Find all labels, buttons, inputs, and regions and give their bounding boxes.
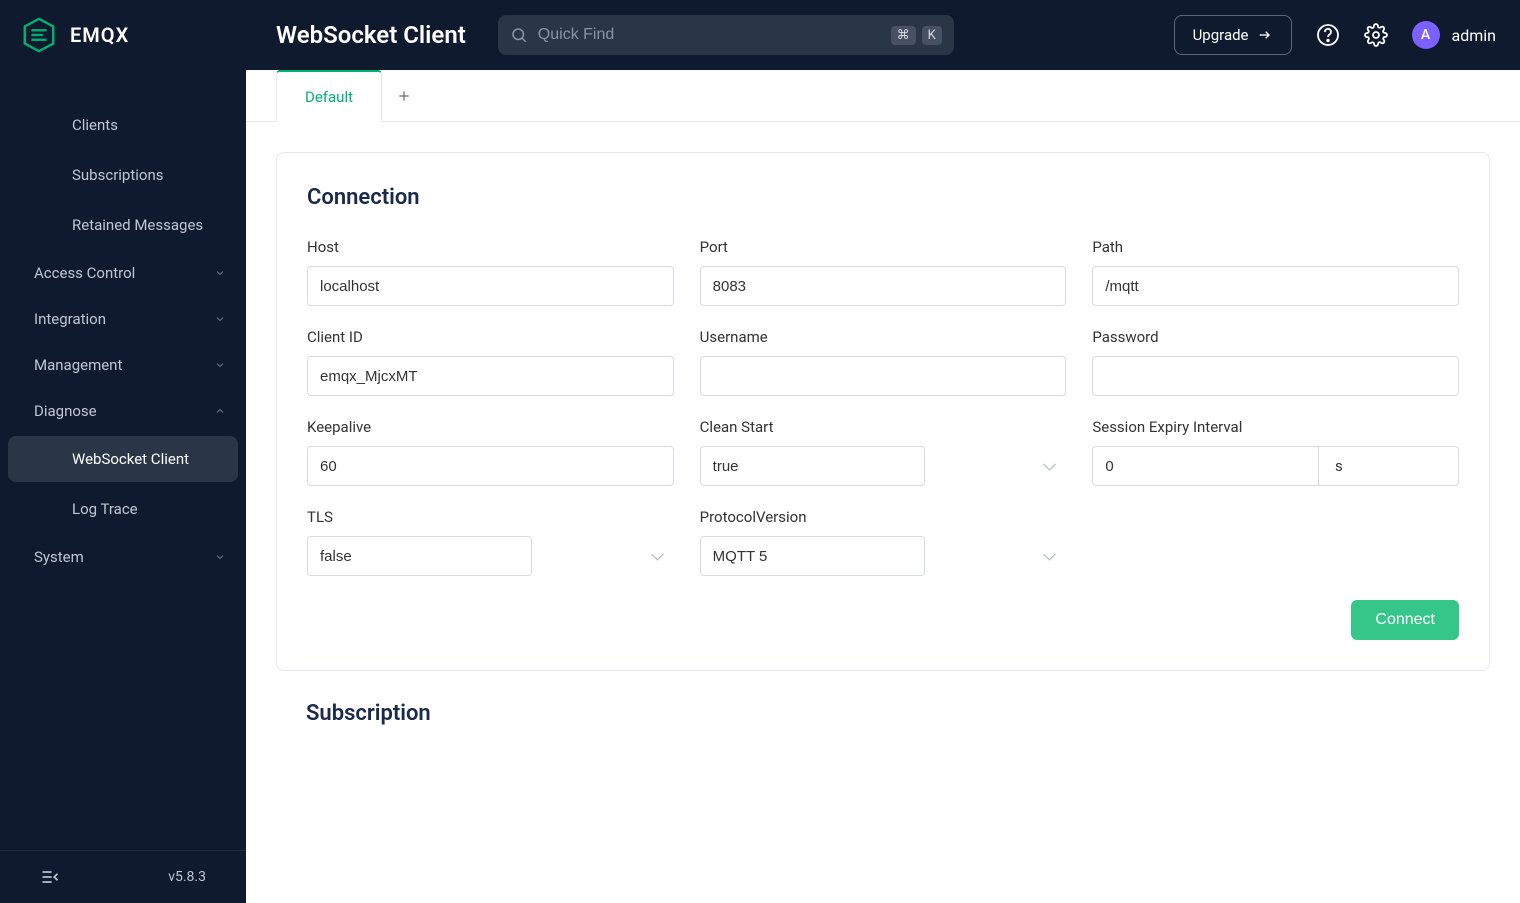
subscription-title: Subscription <box>306 701 1460 726</box>
connection-card: Connection Host Port Path Client ID <box>276 152 1490 671</box>
main-content: Default Connection Host Port Path <box>246 70 1520 903</box>
sidebar-item-retained-messages[interactable]: Retained Messages <box>8 202 238 248</box>
tabs: Default <box>246 70 1520 122</box>
password-label: Password <box>1092 328 1459 346</box>
sidebar: Clients Subscriptions Retained Messages … <box>0 70 246 903</box>
chevron-down-icon <box>214 359 226 371</box>
path-label: Path <box>1092 238 1459 256</box>
protocol-version-label: ProtocolVersion <box>700 508 1067 526</box>
avatar: A <box>1412 21 1440 49</box>
page-title: WebSocket Client <box>276 21 466 49</box>
sidebar-group-label: System <box>34 548 84 566</box>
sidebar-group-label: Diagnose <box>34 402 97 420</box>
chevron-down-icon <box>214 267 226 279</box>
port-label: Port <box>700 238 1067 256</box>
protocol-version-select[interactable] <box>700 536 925 576</box>
username-label: Username <box>700 328 1067 346</box>
plus-icon <box>397 89 411 103</box>
sidebar-item-subscriptions[interactable]: Subscriptions <box>8 152 238 198</box>
client-id-input[interactable] <box>307 356 674 396</box>
version-label: v5.8.3 <box>168 869 206 885</box>
tab-add-button[interactable] <box>382 89 426 103</box>
sidebar-group-diagnose[interactable]: Diagnose <box>0 388 246 434</box>
keepalive-label: Keepalive <box>307 418 674 436</box>
brand-name: EMQX <box>70 23 129 47</box>
clean-start-label: Clean Start <box>700 418 1067 436</box>
chevron-down-icon <box>214 551 226 563</box>
client-id-label: Client ID <box>307 328 674 346</box>
search-input[interactable] <box>538 26 891 44</box>
tls-label: TLS <box>307 508 674 526</box>
session-expiry-input[interactable] <box>1092 446 1319 486</box>
search-shortcut: ⌘ K <box>891 26 942 45</box>
session-expiry-unit[interactable]: s <box>1319 446 1459 486</box>
sidebar-group-label: Access Control <box>34 264 135 282</box>
keepalive-input[interactable] <box>307 446 674 486</box>
sidebar-item-clients[interactable]: Clients <box>8 102 238 148</box>
sidebar-item-websocket-client[interactable]: WebSocket Client <box>8 436 238 482</box>
arrow-right-icon <box>1257 27 1273 43</box>
help-button[interactable] <box>1316 23 1340 47</box>
topbar-right: Upgrade A admin <box>1142 15 1496 55</box>
tls-select[interactable] <box>307 536 532 576</box>
tab-default[interactable]: Default <box>276 70 382 122</box>
session-expiry-label: Session Expiry Interval <box>1092 418 1459 436</box>
sidebar-group-access-control[interactable]: Access Control <box>0 250 246 296</box>
password-input[interactable] <box>1092 356 1459 396</box>
collapse-icon[interactable] <box>40 867 60 887</box>
clean-start-select[interactable] <box>700 446 925 486</box>
connect-button[interactable]: Connect <box>1351 600 1459 640</box>
chevron-down-icon <box>214 313 226 325</box>
sidebar-group-system[interactable]: System <box>0 534 246 580</box>
connection-title: Connection <box>307 185 1459 210</box>
sidebar-footer: v5.8.3 <box>0 850 246 903</box>
logo-icon <box>20 16 58 54</box>
search-icon <box>510 26 528 44</box>
username: admin <box>1452 26 1496 45</box>
sidebar-group-label: Management <box>34 356 122 374</box>
path-input[interactable] <box>1092 266 1459 306</box>
search-box[interactable]: ⌘ K <box>498 15 954 55</box>
logo-area[interactable]: EMQX <box>0 16 246 54</box>
topbar: EMQX WebSocket Client ⌘ K Upgrade A admi… <box>0 0 1520 70</box>
sidebar-item-log-trace[interactable]: Log Trace <box>8 486 238 532</box>
host-input[interactable] <box>307 266 674 306</box>
username-input[interactable] <box>700 356 1067 396</box>
kbd-cmd: ⌘ <box>891 26 916 45</box>
sidebar-group-management[interactable]: Management <box>0 342 246 388</box>
chevron-up-icon <box>214 405 226 417</box>
settings-button[interactable] <box>1364 23 1388 47</box>
kbd-k: K <box>922 26 942 45</box>
upgrade-button[interactable]: Upgrade <box>1174 15 1292 55</box>
sidebar-group-label: Integration <box>34 310 106 328</box>
upgrade-label: Upgrade <box>1193 26 1249 44</box>
host-label: Host <box>307 238 674 256</box>
sidebar-group-integration[interactable]: Integration <box>0 296 246 342</box>
port-input[interactable] <box>700 266 1067 306</box>
user-menu[interactable]: A admin <box>1412 21 1496 49</box>
